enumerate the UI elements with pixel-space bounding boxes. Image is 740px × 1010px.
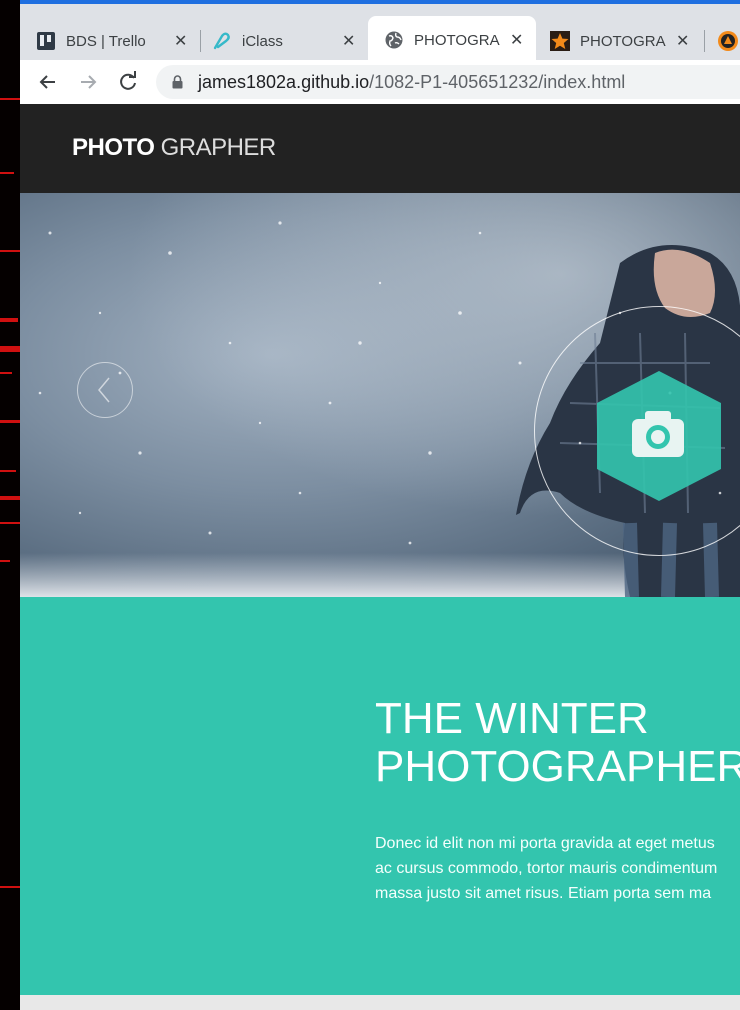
overflow-tab-favicon-icon[interactable] <box>717 30 739 52</box>
tab-strip: BDS | Trello ✕ iClass ✕ PHOTOGRA ✕ PHOTO… <box>20 0 740 64</box>
tab-photographer-2[interactable]: PHOTOGRA ✕ <box>550 18 700 64</box>
desktop-background <box>0 0 20 1010</box>
tab-photographer-active[interactable]: PHOTOGRA ✕ <box>368 16 536 64</box>
trello-icon <box>37 32 55 50</box>
close-tab-icon[interactable]: ✕ <box>510 30 523 50</box>
close-tab-icon[interactable]: ✕ <box>676 31 689 51</box>
next-section-edge <box>20 995 740 1010</box>
body-line-1: Donec id elit non mi porta gravida at eg… <box>375 835 715 852</box>
tab-title: PHOTOGRA <box>414 31 500 49</box>
logo-bold: PHOTO <box>72 134 155 161</box>
url-host: james1802a.github.io <box>198 72 370 92</box>
chevron-left-icon <box>98 377 110 403</box>
reload-icon[interactable] <box>114 68 142 96</box>
tab-title: BDS | Trello <box>66 32 146 50</box>
tab-title: iClass <box>242 32 283 50</box>
body-line-3: massa justo sit amet risus. Etiam porta … <box>375 885 712 902</box>
forward-icon[interactable] <box>74 68 102 96</box>
intro-section: THE WINTER PHOTOGRAPHER Donec id elit no… <box>20 597 740 995</box>
tab-separator <box>200 30 201 52</box>
star-icon <box>550 31 570 51</box>
section-title: THE WINTER PHOTOGRAPHER <box>375 695 740 791</box>
tab-separator <box>704 30 705 52</box>
camera-badge[interactable] <box>596 371 722 501</box>
hero-slider <box>20 193 740 597</box>
lock-icon[interactable] <box>172 75 183 89</box>
title-line-2: PHOTOGRAPHER <box>375 742 740 791</box>
back-icon[interactable] <box>34 68 62 96</box>
slider-prev-button[interactable] <box>77 362 133 418</box>
tab-trello[interactable]: BDS | Trello ✕ <box>36 18 196 64</box>
iclass-icon <box>213 32 230 50</box>
title-line-1: THE WINTER <box>375 694 649 743</box>
site-header: PHOTO GRAPHER <box>20 104 740 193</box>
url-text[interactable]: james1802a.github.io/1082-P1-405651232/i… <box>198 72 625 93</box>
url-path: /1082-P1-405651232/index.html <box>369 72 626 92</box>
address-bar[interactable]: james1802a.github.io/1082-P1-405651232/i… <box>156 65 740 99</box>
web-page: PHOTO GRAPHER THE WINTER PHOTOGRAPHER Do… <box>20 104 740 1010</box>
tab-iclass[interactable]: iClass ✕ <box>212 18 362 64</box>
browser-window: BDS | Trello ✕ iClass ✕ PHOTOGRA ✕ PHOTO… <box>20 0 740 1010</box>
globe-icon <box>385 31 403 49</box>
site-logo[interactable]: PHOTO GRAPHER <box>72 134 276 162</box>
tab-title: PHOTOGRA <box>580 32 666 50</box>
body-line-2: ac cursus commodo, tortor mauris condime… <box>375 860 718 877</box>
close-tab-icon[interactable]: ✕ <box>342 31 355 51</box>
browser-toolbar: james1802a.github.io/1082-P1-405651232/i… <box>20 60 740 105</box>
logo-light: GRAPHER <box>160 134 277 161</box>
section-body: Donec id elit non mi porta gravida at eg… <box>375 831 717 906</box>
close-tab-icon[interactable]: ✕ <box>174 31 187 51</box>
